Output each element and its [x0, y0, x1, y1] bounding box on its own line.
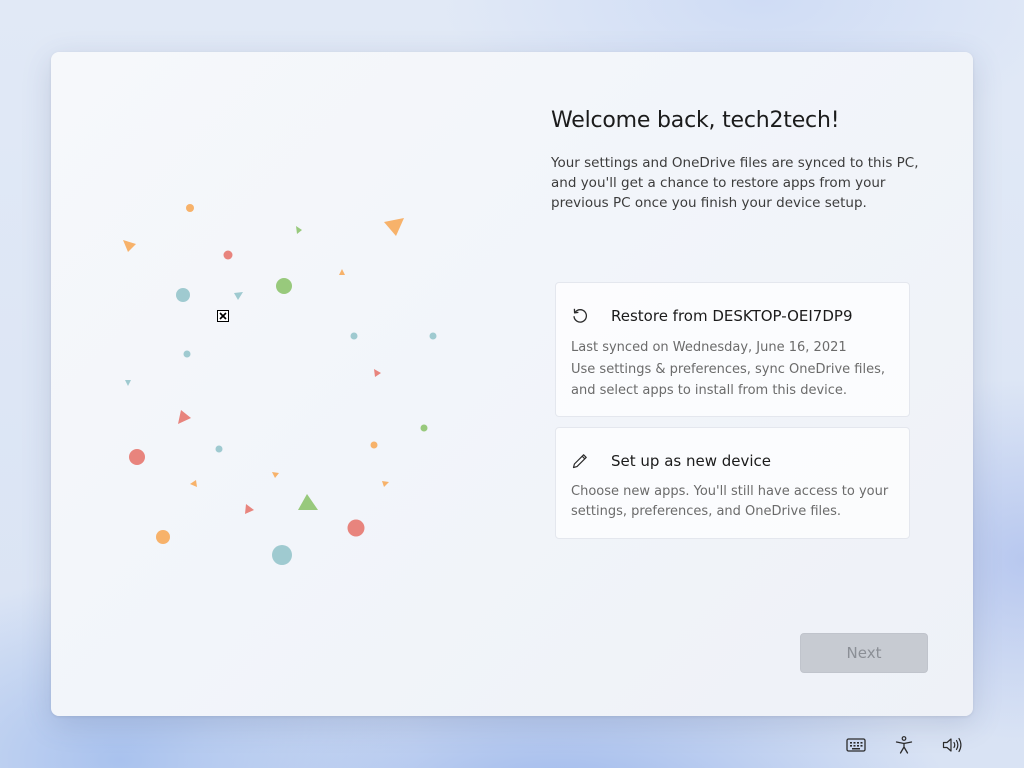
- page-description: Your settings and OneDrive files are syn…: [551, 155, 919, 211]
- new-device-option-details: Choose new apps. You'll still have acces…: [571, 484, 889, 519]
- new-device-option-card[interactable]: Set up as new device Choose new apps. Yo…: [555, 427, 910, 539]
- keyboard-icon[interactable]: [845, 735, 867, 755]
- new-device-option-title: Set up as new device: [611, 452, 772, 470]
- next-button[interactable]: Next: [800, 633, 928, 673]
- restore-icon: [571, 307, 589, 325]
- last-synced-text: Last synced on Wednesday, June 16, 2021: [571, 340, 847, 355]
- restore-option-title: Restore from DESKTOP-OEI7DP9: [611, 307, 853, 325]
- page-title: Welcome back, tech2tech!: [551, 108, 840, 133]
- pencil-icon: [571, 452, 589, 470]
- accessibility-icon[interactable]: [893, 735, 915, 755]
- mouse-cursor-marker: [217, 310, 229, 322]
- restore-option-details: Use settings & preferences, sync OneDriv…: [571, 361, 885, 399]
- restore-option-description: Last synced on Wednesday, June 16, 2021 …: [571, 337, 891, 402]
- restore-option-card[interactable]: Restore from DESKTOP-OEI7DP9 Last synced…: [555, 282, 910, 417]
- volume-icon[interactable]: [941, 735, 963, 755]
